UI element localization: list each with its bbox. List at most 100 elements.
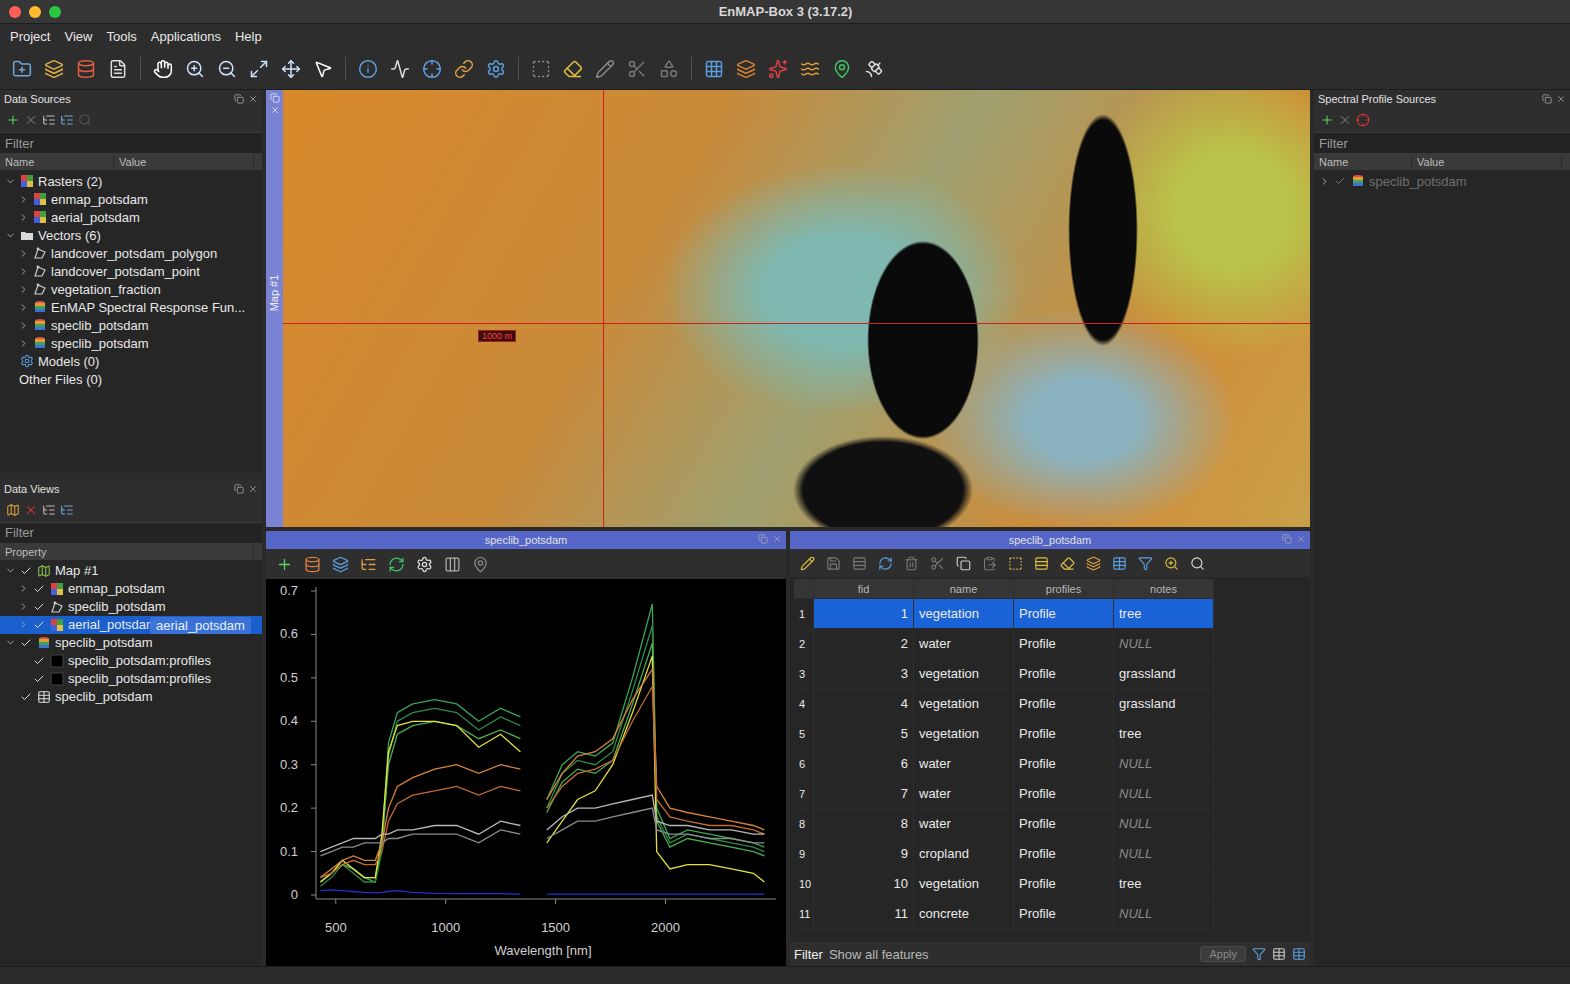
profiles-cell[interactable]: Profile [1014, 719, 1114, 749]
menu-item[interactable]: Project [10, 29, 50, 44]
spectral-profile-line[interactable] [547, 808, 765, 843]
name-cell[interactable]: vegetation [914, 869, 1014, 899]
menu-item[interactable]: View [64, 29, 92, 44]
filter-field[interactable]: Filter [1314, 132, 1570, 154]
tree-item[interactable]: speclib_potsdam:profiles [0, 670, 262, 688]
toolbar-button[interactable] [1056, 552, 1078, 574]
fid-cell[interactable]: 2 [814, 629, 914, 659]
column-title[interactable]: Value [114, 156, 254, 168]
name-cell[interactable]: water [914, 749, 1014, 779]
profiles-cell[interactable]: Profile [1014, 599, 1114, 629]
column-title[interactable]: Property [0, 546, 254, 558]
toolbar-button[interactable] [828, 55, 856, 83]
profiles-cell[interactable]: Profile [1014, 899, 1114, 929]
toolbar-button[interactable] [418, 55, 446, 83]
tree-item[interactable]: speclib_potsdam [0, 634, 262, 652]
filter-field[interactable]: Filter [0, 522, 262, 544]
fid-cell[interactable]: 7 [814, 779, 914, 809]
profiles-cell[interactable]: Profile [1014, 659, 1114, 689]
toolbar-button[interactable] [926, 552, 948, 574]
profiles-cell[interactable]: Profile [1014, 749, 1114, 779]
toolbar-button[interactable] [796, 55, 824, 83]
toolbar-button[interactable] [412, 552, 436, 576]
tree-item[interactable]: EnMAP Spectral Response Fun... [0, 298, 262, 316]
tree-item[interactable]: landcover_potsdam_point [0, 262, 262, 280]
checkbox[interactable] [32, 582, 46, 596]
column-header-cell[interactable]: fid [814, 579, 914, 599]
row-header[interactable]: 6 [794, 749, 814, 779]
toolbar-button[interactable] [1004, 552, 1026, 574]
toolbar-button[interactable] [527, 55, 555, 83]
filter-mode[interactable]: Show all features [829, 947, 1195, 962]
toolbar-button[interactable] [1082, 552, 1104, 574]
tree-item[interactable]: speclib_potsdam [0, 316, 262, 334]
spectral-profile-line[interactable] [320, 708, 520, 886]
filter-field[interactable]: Filter [0, 132, 262, 154]
toolbar-button[interactable] [900, 552, 922, 574]
name-cell[interactable]: cropland [914, 839, 1014, 869]
toolbar-button[interactable] [384, 552, 408, 576]
toolbar-button[interactable] [591, 55, 619, 83]
toolbar-button[interactable] [309, 55, 337, 83]
checkbox[interactable] [32, 600, 46, 614]
toolbar-button[interactable] [440, 552, 464, 576]
spectral-profile-line[interactable] [547, 656, 765, 882]
tree-item[interactable]: speclib_potsdam [1314, 172, 1570, 190]
tree-item[interactable]: speclib_potsdam [0, 688, 262, 706]
toolbar-button[interactable] [860, 55, 888, 83]
spectral-profile-line[interactable] [320, 830, 520, 856]
table-row[interactable]: 1111concreteProfileNULL [794, 899, 1294, 929]
row-header[interactable]: 7 [794, 779, 814, 809]
table-row[interactable]: 11vegetationProfiletree [794, 599, 1294, 629]
dock-title[interactable]: speclib_potsdam [790, 531, 1310, 549]
profiles-cell[interactable]: Profile [1014, 869, 1114, 899]
row-header[interactable]: 10 [794, 869, 814, 899]
row-header[interactable]: 11 [794, 899, 814, 929]
dock-title[interactable]: speclib_potsdam [266, 531, 786, 549]
close-button[interactable] [9, 6, 21, 18]
toolbar-button[interactable] [356, 552, 380, 576]
name-cell[interactable]: water [914, 629, 1014, 659]
notes-cell[interactable]: NULL [1114, 779, 1214, 809]
spectral-profile-line[interactable] [547, 669, 765, 830]
profiles-cell[interactable]: Profile [1014, 629, 1114, 659]
toolbar-button[interactable] [272, 552, 296, 576]
spectral-chart[interactable]: 0.70.60.50.40.30.20.10500100015002000Wav… [266, 579, 781, 962]
spectral-profile-line[interactable] [320, 786, 520, 877]
toolbar-button[interactable] [952, 552, 974, 574]
toolbar-button[interactable] [386, 55, 414, 83]
spectral-profile-line[interactable] [320, 721, 520, 882]
fid-cell[interactable]: 11 [814, 899, 914, 929]
row-header[interactable]: 4 [794, 689, 814, 719]
tree-item[interactable]: enmap_potsdam [0, 580, 262, 598]
toolbar-button[interactable] [978, 552, 1000, 574]
tree-item[interactable]: vegetation_fraction [0, 280, 262, 298]
map-title-strip[interactable]: Map #1 [266, 90, 283, 527]
toolbar-button[interactable] [764, 55, 792, 83]
toolbar-button[interactable] [623, 55, 651, 83]
name-cell[interactable]: vegetation [914, 689, 1014, 719]
spectral-profile-line[interactable] [320, 890, 520, 894]
profiles-cell[interactable]: Profile [1014, 779, 1114, 809]
zoom-button[interactable] [49, 6, 61, 18]
table-row[interactable]: 88waterProfileNULL [794, 809, 1294, 839]
toolbar-button[interactable] [104, 55, 132, 83]
fid-cell[interactable]: 1 [814, 599, 914, 629]
fid-cell[interactable]: 3 [814, 659, 914, 689]
tree-item[interactable]: enmap_potsdam [0, 190, 262, 208]
toolbar-button[interactable] [245, 55, 273, 83]
menu-item[interactable]: Applications [151, 29, 221, 44]
fid-cell[interactable]: 10 [814, 869, 914, 899]
fid-cell[interactable]: 6 [814, 749, 914, 779]
toolbar-button[interactable] [848, 552, 870, 574]
toolbar-button[interactable] [1108, 552, 1130, 574]
table-row[interactable]: 99croplandProfileNULL [794, 839, 1294, 869]
apply-button[interactable]: Apply [1200, 946, 1246, 962]
toolbar-button[interactable] [149, 55, 177, 83]
table-row[interactable]: 66waterProfileNULL [794, 749, 1294, 779]
spectral-profile-line[interactable] [547, 687, 765, 835]
spectral-profile-line[interactable] [320, 765, 520, 878]
tree-item[interactable]: Other Files (0) [0, 370, 262, 388]
tree-item[interactable]: aerial_potsdam [0, 208, 262, 226]
spectral-profile-line[interactable] [547, 795, 765, 834]
